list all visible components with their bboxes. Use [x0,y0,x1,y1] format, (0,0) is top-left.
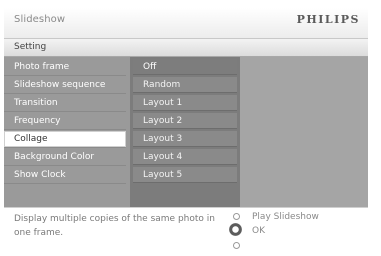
nav-up-icon[interactable] [233,213,240,220]
option-random[interactable]: Random [133,77,237,93]
options-list: Off Random Layout 1 Layout 2 Layout 3 La… [130,57,240,207]
ok-button-icon[interactable] [229,223,242,236]
settings-menu: Photo frame Slideshow sequence Transitio… [4,57,130,207]
menu-item-collage[interactable]: Collage [4,131,126,148]
option-layout-2[interactable]: Layout 2 [133,113,237,129]
help-text: Display multiple copies of the same phot… [14,214,215,238]
app-title: Slideshow [14,14,66,25]
menu-item-background-color[interactable]: Background Color [4,149,126,166]
menu-item-slideshow-sequence[interactable]: Slideshow sequence [4,77,126,94]
section-title: Setting [14,42,47,52]
preview-panel [240,57,368,207]
section-header: Setting [4,39,368,57]
ok-hint: OK [252,226,265,236]
play-slideshow-hint: Play Slideshow [252,212,319,222]
menu-item-transition[interactable]: Transition [4,95,126,112]
brand-logo: PHILIPS [296,13,360,26]
option-off[interactable]: Off [133,59,237,75]
option-layout-1[interactable]: Layout 1 [133,95,237,111]
menu-item-show-clock[interactable]: Show Clock [4,167,126,184]
nav-down-icon[interactable] [233,242,240,249]
title-bar: Slideshow PHILIPS [4,8,368,39]
option-layout-4[interactable]: Layout 4 [133,149,237,165]
menu-item-frequency[interactable]: Frequency [4,113,126,130]
help-footer: Display multiple copies of the same phot… [4,207,368,252]
content-area: Photo frame Slideshow sequence Transitio… [4,57,368,207]
navigation-control[interactable] [228,210,244,250]
menu-item-photo-frame[interactable]: Photo frame [4,59,126,76]
option-layout-5[interactable]: Layout 5 [133,167,237,183]
option-layout-3[interactable]: Layout 3 [133,131,237,147]
screen: Slideshow PHILIPS Setting Photo frame Sl… [4,8,368,252]
